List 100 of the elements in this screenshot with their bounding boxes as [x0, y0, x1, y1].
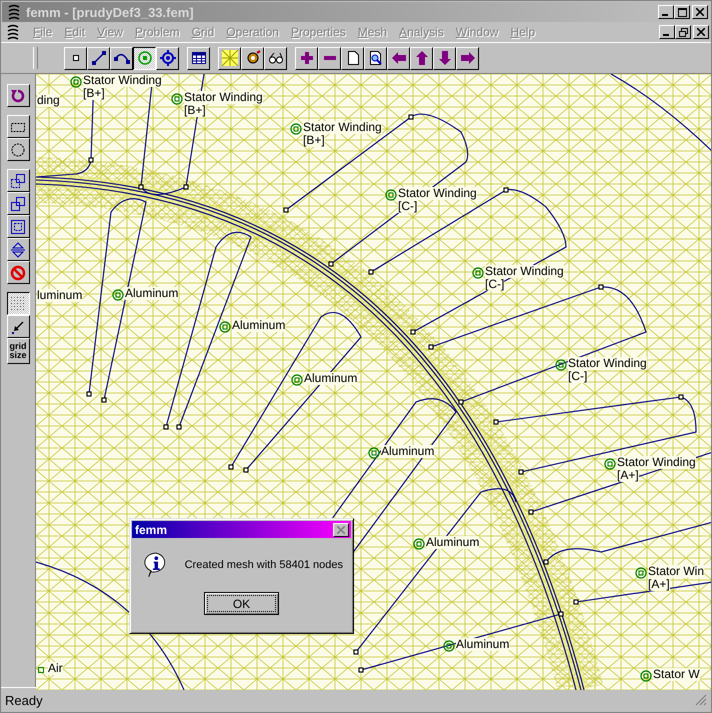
- close-button[interactable]: [333, 522, 349, 536]
- grid-size-button[interactable]: grid size: [6, 338, 30, 364]
- left-tool-button[interactable]: [387, 46, 410, 70]
- undo-tool-button[interactable]: [6, 84, 30, 107]
- menu-item[interactable]: Analysis: [393, 25, 450, 39]
- block-label-text: Stator Winding: [617, 456, 696, 469]
- block-label-marker-icon[interactable]: [555, 359, 567, 371]
- plus-tool-button[interactable]: [295, 46, 318, 70]
- block-label-marker-icon[interactable]: [291, 374, 303, 386]
- menu-item[interactable]: Mesh: [352, 25, 394, 39]
- block-label-marker-icon[interactable]: [368, 447, 380, 459]
- block-label-marker-icon[interactable]: [604, 458, 616, 470]
- down-tool-button[interactable]: [433, 46, 456, 70]
- block-label-marker-icon[interactable]: [112, 289, 124, 301]
- table-tool-button[interactable]: [187, 46, 210, 70]
- minimize-button[interactable]: [658, 5, 674, 19]
- move-tool-button[interactable]: [6, 192, 30, 215]
- resize-grip-icon[interactable]: [695, 694, 707, 706]
- close-icon: [697, 28, 705, 36]
- menu-item[interactable]: Operation: [220, 25, 285, 39]
- close-button[interactable]: [693, 25, 709, 39]
- menu-item[interactable]: Problem: [128, 25, 186, 39]
- block-label-marker-icon[interactable]: [219, 321, 231, 333]
- menu-item[interactable]: Window: [450, 25, 504, 39]
- block-label-marker-icon[interactable]: [385, 189, 397, 201]
- block-label-marker-icon[interactable]: [413, 538, 425, 550]
- block-label-marker-icon[interactable]: [640, 670, 652, 682]
- restore-button[interactable]: [675, 25, 691, 39]
- minus-tool-button[interactable]: [318, 46, 341, 70]
- dialog-title: femm: [135, 522, 168, 536]
- gear-tool-button[interactable]: [241, 46, 264, 70]
- glasses-tool-button[interactable]: [264, 46, 287, 70]
- menu-item[interactable]: File: [27, 25, 58, 39]
- block-label-text: Stator Winding: [398, 187, 477, 200]
- maximize-button[interactable]: [674, 5, 690, 19]
- block-label-marker-icon[interactable]: [443, 640, 455, 652]
- zoom-tool-button[interactable]: [364, 46, 387, 70]
- menu-item[interactable]: Properties: [284, 25, 352, 39]
- move-icon: [10, 196, 26, 212]
- dialog-message: Created mesh with 58401 nodes: [184, 559, 343, 571]
- block-label-text: Aluminum: [304, 372, 358, 385]
- snap-tool-button[interactable]: [6, 315, 30, 338]
- close-icon: [696, 8, 704, 16]
- block-label-text: [B+]: [303, 134, 325, 147]
- block-label-text: Stator Winding: [485, 265, 564, 278]
- block-label-marker-icon[interactable]: [635, 567, 647, 579]
- arc-tool-button[interactable]: [110, 46, 133, 70]
- left-icon: [390, 50, 406, 66]
- block-label-marker-icon[interactable]: [36, 664, 47, 676]
- ok-button[interactable]: OK: [204, 592, 279, 615]
- maximize-icon: [678, 8, 686, 16]
- point-tool-button[interactable]: [64, 46, 87, 70]
- group-tool-button[interactable]: [156, 46, 179, 70]
- copy-tool-button[interactable]: [6, 169, 30, 192]
- mirror-icon: [10, 242, 26, 258]
- label-tool-button[interactable]: [133, 46, 156, 70]
- block-label-text: Aluminum: [456, 638, 510, 651]
- circle-tool-button[interactable]: [6, 138, 30, 161]
- close-button[interactable]: [692, 5, 708, 19]
- mesh-tool-button[interactable]: [218, 46, 241, 70]
- up-icon: [414, 50, 430, 66]
- block-label-text: [C-]: [568, 370, 588, 383]
- block-label-marker-icon[interactable]: [171, 93, 183, 105]
- mesh-icon: [222, 50, 238, 66]
- block-label-text: Aluminum: [426, 536, 480, 549]
- page-tool-button[interactable]: [341, 46, 364, 70]
- delete-tool-button[interactable]: [6, 261, 30, 284]
- block-label-marker-icon[interactable]: [472, 267, 484, 279]
- plus-icon: [298, 50, 314, 66]
- right-icon: [460, 50, 476, 66]
- restore-icon: [678, 28, 688, 36]
- block-label-text: Stator W: [653, 668, 700, 681]
- block-label-text: [C-]: [485, 278, 504, 291]
- minimize-button[interactable]: [659, 25, 675, 39]
- grid-tool-button[interactable]: [6, 292, 30, 315]
- block-label-text: Aluminum: [381, 445, 434, 458]
- block-label-marker-icon[interactable]: [70, 76, 82, 88]
- block-label-text: Stator Winding: [184, 91, 263, 104]
- copy-icon: [10, 172, 26, 188]
- line-tool-button[interactable]: [87, 46, 110, 70]
- block-label-text: [B+]: [184, 104, 206, 117]
- menu-item[interactable]: View: [91, 25, 129, 39]
- mirror-tool-button[interactable]: [6, 238, 30, 261]
- block-label-text: Aluminum: [232, 319, 286, 332]
- rect-tool-button[interactable]: [6, 115, 30, 138]
- scale-tool-button[interactable]: [6, 215, 30, 238]
- block-label-text: [B+]: [83, 87, 105, 100]
- up-tool-button[interactable]: [410, 46, 433, 70]
- block-label-text: Air: [48, 662, 63, 675]
- menu-item[interactable]: Edit: [58, 25, 92, 39]
- zoom-icon: [368, 50, 384, 66]
- table-icon: [190, 50, 206, 66]
- line-icon: [90, 50, 106, 66]
- scale-icon: [10, 218, 26, 234]
- block-label-text: [A+]: [617, 469, 639, 482]
- right-tool-button[interactable]: [456, 46, 479, 70]
- block-label-text: Stator Winding: [303, 121, 382, 134]
- block-label-marker-icon[interactable]: [290, 123, 302, 135]
- menu-item[interactable]: Help: [504, 25, 542, 39]
- menu-item[interactable]: Grid: [186, 25, 220, 39]
